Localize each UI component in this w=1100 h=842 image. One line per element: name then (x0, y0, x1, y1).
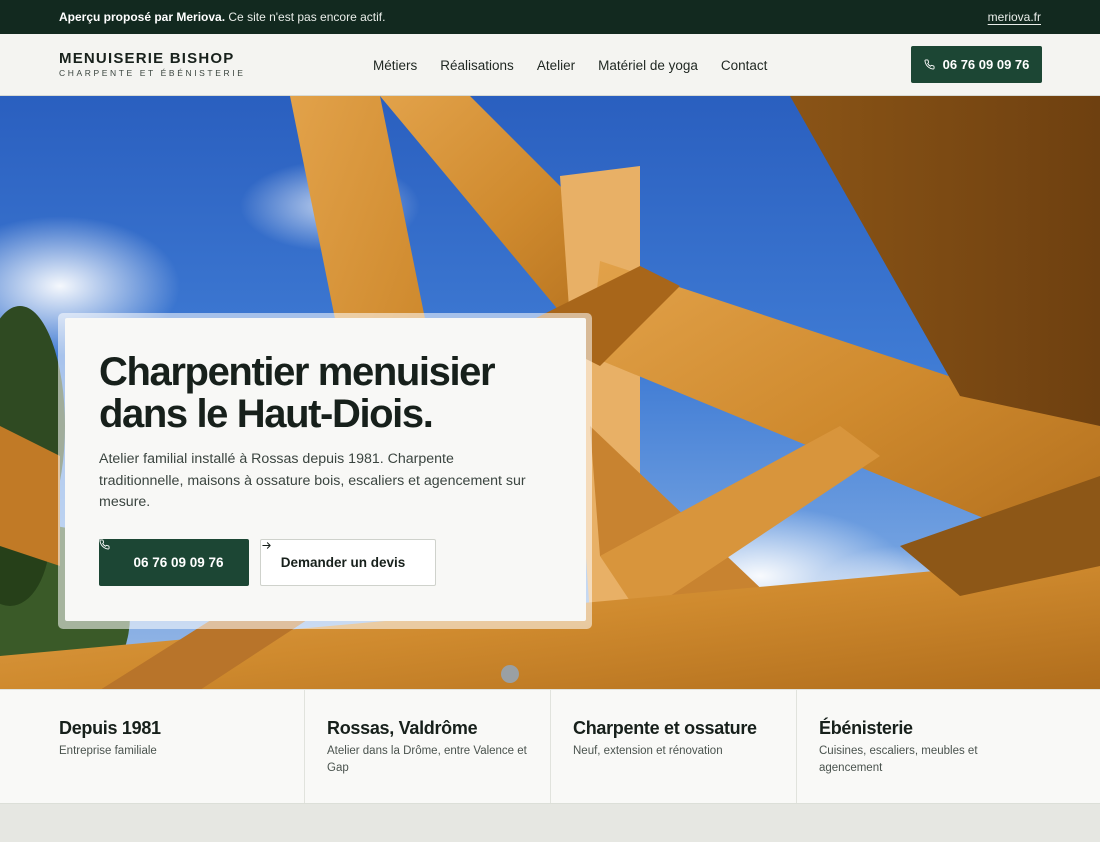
features-strip: Depuis 1981 Entreprise familiale Rossas,… (0, 689, 1100, 804)
feature-title: Rossas, Valdrôme (327, 718, 478, 738)
brand-logo[interactable]: MENUISERIE BISHOP CHARPENTE ET ÉBÉNISTER… (59, 50, 246, 79)
call-button-label: 06 76 09 09 76 (133, 555, 224, 570)
nav-item-atelier[interactable]: Atelier (537, 58, 575, 73)
meriova-link[interactable]: meriova.fr (988, 10, 1041, 24)
brand-name: MENUISERIE BISHOP (59, 50, 235, 67)
feature-subtitle: Atelier dans la Drôme, entre Valence et … (327, 745, 527, 774)
feature-subtitle: Neuf, extension et rénovation (573, 745, 723, 757)
feature-title: Depuis 1981 (59, 718, 161, 738)
hero-card: Charpentier menuisier dans le Haut-Diois… (65, 318, 586, 621)
feature-framing: Charpente et ossature Neuf, extension et… (551, 690, 797, 803)
feature-subtitle: Cuisines, escaliers, meubles et agenceme… (819, 745, 978, 774)
banner-text: Ce site n'est pas encore actif. (228, 10, 386, 24)
feature-location: Rossas, Valdrôme Atelier dans la Drôme, … (305, 690, 551, 803)
nav-item-materiel-yoga[interactable]: Matériel de yoga (598, 58, 698, 73)
nav-item-contact[interactable]: Contact (721, 58, 768, 73)
quote-request-button[interactable]: Demander un devis (260, 539, 436, 586)
brand-tagline: CHARPENTE ET ÉBÉNISTERIE (59, 68, 246, 78)
header-phone-button[interactable]: 06 76 09 09 76 (911, 46, 1042, 83)
quote-button-label: Demander un devis (280, 555, 406, 570)
nav-item-realisations[interactable]: Réalisations (440, 58, 514, 73)
hero-description: Atelier familial installé à Rossas depui… (99, 451, 526, 510)
feature-subtitle: Entreprise familiale (59, 745, 157, 757)
hero-title: Charpentier menuisier dans le Haut-Diois… (99, 350, 496, 436)
feature-title: Ébénisterie (819, 718, 913, 738)
nav-item-metiers[interactable]: Métiers (373, 58, 417, 73)
main-nav: Métiers Réalisations Atelier Matériel de… (373, 34, 767, 96)
hero-section: Charpentier menuisier dans le Haut-Diois… (0, 96, 1100, 690)
site-header: MENUISERIE BISHOP CHARPENTE ET ÉBÉNISTER… (0, 34, 1100, 96)
phone-icon (924, 59, 935, 70)
feature-cabinetry: Ébénisterie Cuisines, escaliers, meubles… (797, 690, 1100, 803)
feature-title: Charpente et ossature (573, 718, 757, 738)
banner-message: Aperçu proposé par Meriova. Ce site n'es… (59, 10, 385, 24)
feature-since-1981: Depuis 1981 Entreprise familiale (0, 690, 305, 803)
header-phone-label: 06 76 09 09 76 (942, 57, 1030, 72)
banner-lead: Aperçu proposé par Meriova. (59, 10, 226, 24)
preview-banner: Aperçu proposé par Meriova. Ce site n'es… (0, 0, 1100, 34)
call-button[interactable]: 06 76 09 09 76 (99, 539, 249, 586)
